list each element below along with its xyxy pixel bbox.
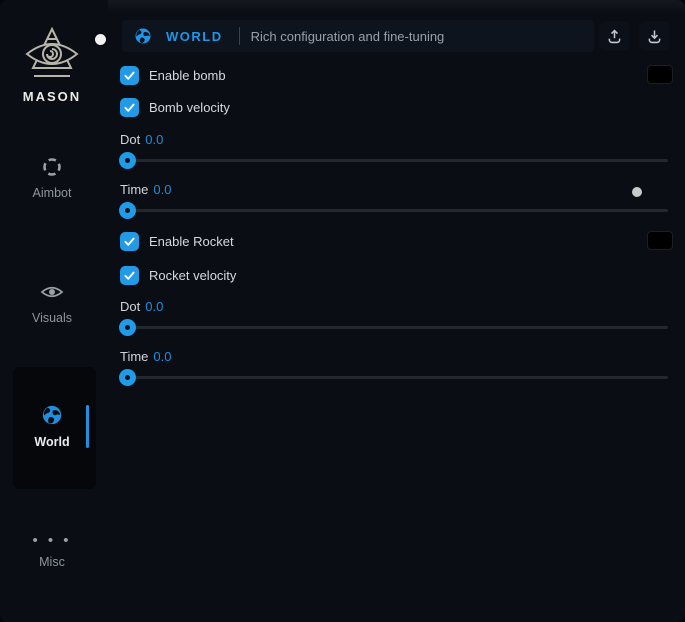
- checkbox-row-enable-bomb: Enable bomb: [120, 66, 226, 85]
- upload-config-button[interactable]: [599, 21, 629, 51]
- rocket-time-slider[interactable]: [120, 376, 668, 379]
- app-window: MASON Aimbot Visuals: [0, 0, 685, 622]
- checkbox-row-enable-rocket: Enable Rocket: [120, 232, 234, 251]
- brand-logo: MASON: [0, 24, 104, 104]
- slider-value: 0.0: [145, 299, 163, 314]
- slider-name: Dot: [120, 132, 140, 147]
- slider-thumb[interactable]: [119, 319, 136, 336]
- slider-value: 0.0: [153, 349, 171, 364]
- globe-icon: [134, 27, 152, 45]
- brand-name: MASON: [0, 89, 104, 104]
- rocket-velocity-checkbox[interactable]: [120, 266, 139, 285]
- bomb-color-swatch[interactable]: [647, 65, 673, 84]
- bomb-dot-slider[interactable]: [120, 159, 668, 162]
- checkbox-label: Bomb velocity: [149, 100, 230, 115]
- slider-name: Dot: [120, 299, 140, 314]
- enable-bomb-checkbox[interactable]: [120, 66, 139, 85]
- sidebar-item-label: Visuals: [0, 311, 104, 325]
- slider-label: Dot 0.0: [120, 132, 163, 147]
- download-config-button[interactable]: [639, 21, 669, 51]
- checkbox-label: Enable Rocket: [149, 234, 234, 249]
- page-subtitle: Rich configuration and fine-tuning: [251, 29, 445, 44]
- slider-value: 0.0: [145, 132, 163, 147]
- upload-icon: [606, 28, 623, 45]
- ellipsis-icon: • • •: [32, 530, 71, 552]
- bomb-velocity-checkbox[interactable]: [120, 98, 139, 117]
- sidebar-item-misc[interactable]: • • • Misc: [0, 530, 104, 569]
- slider-label: Dot 0.0: [120, 299, 163, 314]
- sidebar-item-label: Misc: [0, 555, 104, 569]
- header-divider: [239, 27, 240, 45]
- bomb-time-slider[interactable]: [120, 209, 668, 212]
- page-header: WORLD Rich configuration and fine-tuning: [122, 20, 594, 52]
- check-icon: [123, 269, 136, 282]
- slider-name: Time: [120, 349, 148, 364]
- slider-label: Time 0.0: [120, 182, 171, 197]
- enable-rocket-checkbox[interactable]: [120, 232, 139, 251]
- slider-thumb[interactable]: [119, 202, 136, 219]
- slider-name: Time: [120, 182, 148, 197]
- sidebar-item-aimbot[interactable]: Aimbot: [0, 156, 104, 200]
- checkbox-label: Enable bomb: [149, 68, 226, 83]
- slider-label: Time 0.0: [120, 349, 171, 364]
- sidebar-item-label: World: [0, 435, 104, 449]
- crosshair-icon: [41, 156, 63, 178]
- slider-value: 0.0: [153, 182, 171, 197]
- slider-thumb[interactable]: [119, 369, 136, 386]
- slider-thumb[interactable]: [119, 152, 136, 169]
- sidebar-item-label: Aimbot: [0, 186, 104, 200]
- sidebar-item-visuals[interactable]: Visuals: [0, 281, 104, 325]
- all-seeing-eye-logo-icon: [24, 24, 80, 82]
- rocket-dot-slider[interactable]: [120, 326, 668, 329]
- check-icon: [123, 101, 136, 114]
- sidebar-item-world[interactable]: World: [0, 404, 104, 449]
- check-icon: [123, 69, 136, 82]
- page-title: WORLD: [166, 29, 223, 44]
- eye-icon: [40, 281, 64, 303]
- checkbox-label: Rocket velocity: [149, 268, 236, 283]
- cursor-dot: [95, 34, 106, 45]
- rocket-color-swatch[interactable]: [647, 231, 673, 250]
- checkbox-row-bomb-velocity: Bomb velocity: [120, 98, 230, 117]
- cursor-dot-secondary: [632, 187, 642, 197]
- globe-icon: [41, 404, 63, 426]
- check-icon: [123, 235, 136, 248]
- checkbox-row-rocket-velocity: Rocket velocity: [120, 266, 236, 285]
- sidebar: MASON Aimbot Visuals: [0, 0, 108, 622]
- download-icon: [646, 28, 663, 45]
